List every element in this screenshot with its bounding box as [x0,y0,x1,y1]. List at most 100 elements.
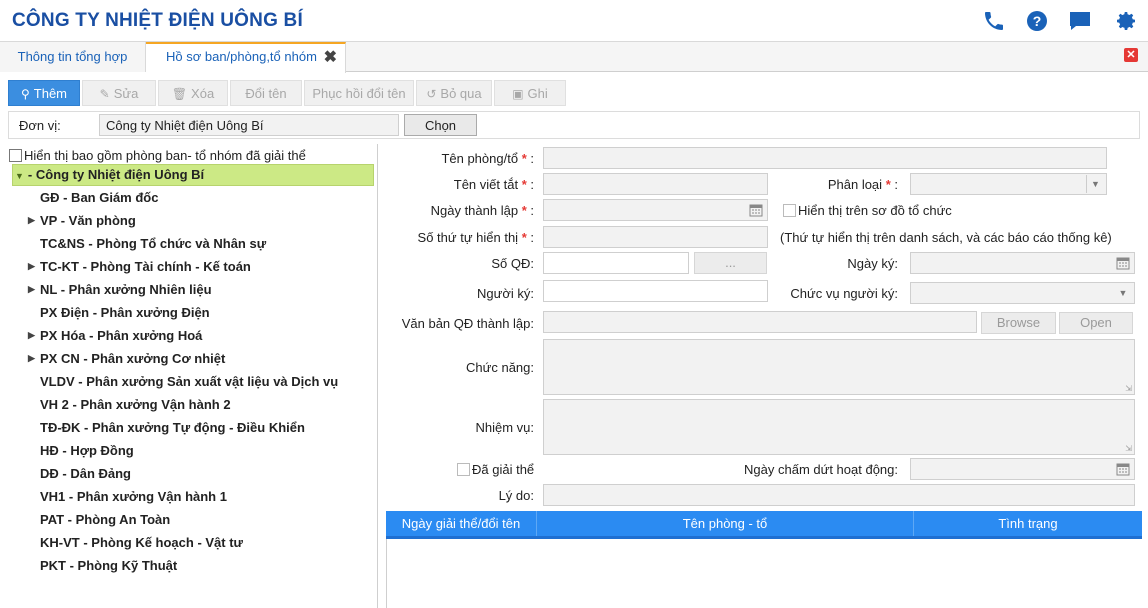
tree-node[interactable]: KH-VT - Phòng Kế hoạch - Vật tư [12,531,374,554]
checkbox-box[interactable] [9,149,22,162]
toolbar: ⚲ Thêm ✎ Sửa 🗑 Xóa Đổi tên Phục hồi đổi tên… [0,72,1148,112]
tree-node[interactable]: ▶ PX CN - Phân xưởng Cơ nhiệt [12,347,374,370]
phone-icon[interactable] [982,9,1006,33]
tree-node-label: TC&NS - Phòng Tổ chức và Nhân sự [40,236,267,251]
tree-node[interactable]: ▶ NL - Phân xưởng Nhiên liệu [12,278,374,301]
tree-node-label: PX CN - Phân xưởng Cơ nhiệt [40,351,226,366]
app-header: CÔNG TY NHIỆT ĐIỆN UÔNG BÍ ? [0,0,1148,42]
settings-icon[interactable] [1114,9,1138,33]
tree-node[interactable]: PAT - Phòng An Toàn [12,508,374,531]
founded-date-field[interactable] [543,199,768,221]
tree-node[interactable]: DĐ - Dân Đảng [12,462,374,485]
grid-column-name[interactable]: Tên phòng - tổ [537,511,914,536]
signed-date-field[interactable] [910,252,1135,274]
choose-unit-button[interactable]: Chọn [404,114,477,136]
collapse-icon[interactable]: ▼ [15,171,24,181]
app-title: CÔNG TY NHIỆT ĐIỆN UÔNG BÍ [12,10,303,31]
duty-textarea[interactable]: ⇲ [543,399,1135,455]
tree-node[interactable]: ▶ PX Hóa - Phân xưởng Hoá [12,324,374,347]
display-order-hint: (Thứ tự hiển thị trên danh sách, và các … [780,230,1112,245]
tree-node[interactable]: ▶ VP - Văn phòng [12,209,374,232]
tab-general-info[interactable]: Thông tin tổng hợp [0,42,146,72]
tree-node[interactable]: HĐ - Hợp Đồng [12,439,374,462]
rename-button[interactable]: Đổi tên [230,80,302,106]
unit-input[interactable] [99,114,399,136]
tree-root-label: - Công ty Nhiệt điện Uông Bí [27,167,205,182]
department-name-field[interactable] [543,147,1107,169]
help-icon[interactable]: ? [1025,9,1049,33]
grid-column-status[interactable]: Tình trạng [914,511,1142,536]
save-button[interactable]: ▣ Ghi [494,80,566,106]
chat-icon[interactable] [1068,9,1092,33]
tree-node-label: DĐ - Dân Đảng [40,466,131,481]
unit-label: Đơn vị: [19,118,61,133]
short-name-label: Tên viết tắt * : [453,177,534,192]
function-textarea[interactable]: ⇲ [543,339,1135,395]
tab-label: Thông tin tổng hợp [17,49,128,64]
expand-icon[interactable]: ▶ [28,324,35,347]
signer-position-select[interactable]: ▼ [910,282,1135,304]
category-select[interactable]: ▼ [910,173,1107,195]
expand-icon[interactable]: ▶ [28,278,35,301]
decision-lookup-button[interactable]: ... [694,252,767,274]
checkbox-box[interactable] [457,463,470,476]
tree-node-label: HĐ - Hợp Đồng [40,443,134,458]
display-order-field[interactable] [543,226,768,248]
tree-node-label: VH 2 - Phân xưởng Vận hành 2 [40,397,231,412]
expand-icon[interactable]: ▶ [28,347,35,370]
tree-node[interactable]: ▶ TC-KT - Phòng Tài chính - Kế toán [12,255,374,278]
calendar-icon[interactable] [1116,256,1130,270]
history-grid-header: Ngày giải thể/đổi tên Tên phòng - tổ Tìn… [386,511,1142,539]
reason-label: Lý do: [498,488,534,503]
expand-icon[interactable]: ▶ [28,209,35,232]
tree-node[interactable]: TĐ-ĐK - Phân xưởng Tự động - Điều Khiển [12,416,374,439]
delete-label: Xóa [191,86,215,101]
tree-node[interactable]: GĐ - Ban Giám đốc [12,186,374,209]
founding-document-label: Văn bản QĐ thành lập: [401,316,534,331]
tree-node-label: VP - Văn phòng [40,213,136,228]
open-button[interactable]: Open [1059,312,1133,334]
dissolved-checkbox[interactable]: Đã giải thể [457,462,534,477]
edit-button[interactable]: ✎ Sửa [82,80,156,106]
department-tree: ▼ - Công ty Nhiệt điện Uông Bí GĐ - Ban G… [12,164,374,577]
founding-document-field[interactable] [543,311,977,333]
tab-close-icon[interactable]: ✖ [324,43,337,73]
tree-node[interactable]: VH1 - Phân xưởng Vận hành 1 [12,485,374,508]
termination-date-field[interactable] [910,458,1135,480]
save-label: Ghi [527,86,548,101]
tree-root-node[interactable]: ▼ - Công ty Nhiệt điện Uông Bí [12,164,374,186]
checkbox-box[interactable] [783,204,796,217]
reason-field[interactable] [543,484,1135,506]
tree-node[interactable]: VH 2 - Phân xưởng Vận hành 2 [12,393,374,416]
calendar-icon[interactable] [1116,462,1130,476]
restore-rename-button[interactable]: Phục hồi đổi tên [304,80,414,106]
grid-column-date[interactable]: Ngày giải thể/đổi tên [386,511,537,536]
tree-node-label: VLDV - Phân xưởng Sản xuất vật liệu và D… [40,374,339,389]
expand-icon[interactable]: ▶ [28,255,35,278]
tree-node[interactable]: VLDV - Phân xưởng Sản xuất vật liệu và D… [12,370,374,393]
include-dissolved-checkbox[interactable]: Hiển thị bao gồm phòng ban- tổ nhóm đã g… [9,148,306,163]
browse-button[interactable]: Browse [981,312,1056,334]
tree-node-label: TĐ-ĐK - Phân xưởng Tự động - Điều Khiển [40,420,305,435]
skip-button[interactable]: ↺ Bỏ qua [416,80,492,106]
resize-grip-icon[interactable]: ⇲ [1125,444,1132,453]
tree-node-label: TC-KT - Phòng Tài chính - Kế toán [40,259,251,274]
add-button[interactable]: ⚲ Thêm [8,80,80,106]
window-close-icon[interactable]: ✕ [1124,48,1138,62]
delete-button[interactable]: 🗑 Xóa [158,80,228,106]
signer-field[interactable] [543,280,768,302]
calendar-icon[interactable] [749,203,763,217]
show-on-org-chart-checkbox[interactable]: Hiển thị trên sơ đồ tổ chức [783,203,952,218]
chevron-down-icon[interactable]: ▼ [1114,284,1132,302]
edit-label: Sửa [113,86,139,101]
tree-node[interactable]: TC&NS - Phòng Tổ chức và Nhân sự [12,232,374,255]
resize-grip-icon[interactable]: ⇲ [1125,384,1132,393]
short-name-field[interactable] [543,173,768,195]
chevron-down-icon[interactable]: ▼ [1086,175,1104,193]
svg-text:?: ? [1033,13,1042,29]
tree-node[interactable]: PKT - Phòng Kỹ Thuật [12,554,374,577]
show-on-org-chart-label: Hiển thị trên sơ đồ tổ chức [798,203,952,218]
tree-node[interactable]: PX Điện - Phân xưởng Điện [12,301,374,324]
decision-number-field[interactable] [543,252,689,274]
tab-department-profile[interactable]: Hồ sơ ban/phòng,tổ nhóm ✖ [146,42,346,73]
